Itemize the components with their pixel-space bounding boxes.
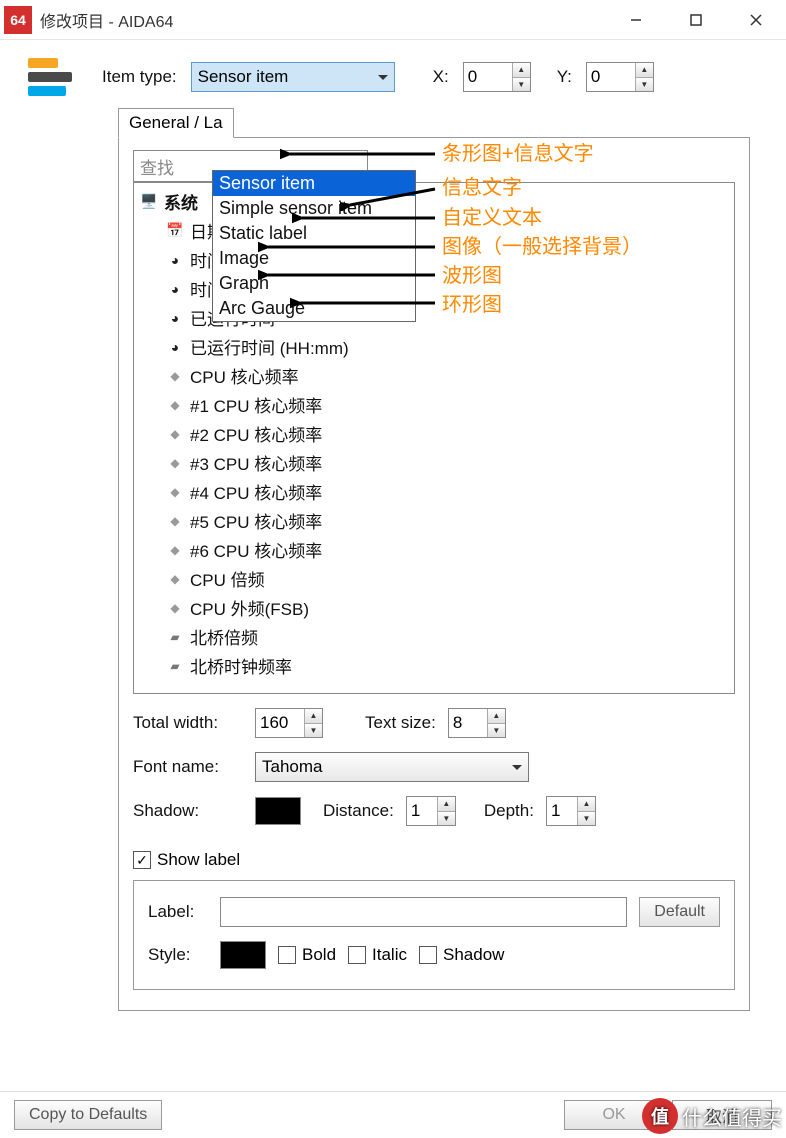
tab-general[interactable]: General / La xyxy=(118,108,234,138)
maximize-button[interactable] xyxy=(666,0,726,40)
shadow-checkbox[interactable]: Shadow xyxy=(419,945,504,965)
y-input[interactable]: ▲▼ xyxy=(586,62,654,92)
total-width-input[interactable]: ▲▼ xyxy=(255,708,323,738)
font-name-select[interactable]: Tahoma xyxy=(255,752,529,782)
tree-item[interactable]: CPU 外频(FSB) xyxy=(134,593,734,622)
tree-item[interactable]: #3 CPU 核心频率 xyxy=(134,448,734,477)
style-color[interactable] xyxy=(220,941,266,969)
label-label: Label: xyxy=(148,902,208,922)
tree-item[interactable]: #2 CPU 核心频率 xyxy=(134,419,734,448)
annotation: 条形图+信息文字 xyxy=(442,137,594,166)
total-width-label: Total width: xyxy=(133,713,243,733)
close-button[interactable] xyxy=(726,0,786,40)
annotation: 波形图 xyxy=(442,259,502,288)
font-name-label: Font name: xyxy=(133,757,243,777)
cpu-icon xyxy=(166,570,184,588)
titlebar: 64 修改项目 - AIDA64 xyxy=(0,0,786,40)
watermark: 值什么值得买 xyxy=(642,1098,782,1134)
topbar: Item type: Sensor item X: ▲▼ Y: ▲▼ xyxy=(18,58,768,96)
tree-item[interactable]: CPU 核心频率 xyxy=(134,361,734,390)
tree-item[interactable]: CPU 倍频 xyxy=(134,564,734,593)
distance-input[interactable]: ▲▼ xyxy=(406,796,456,826)
tree-item[interactable]: 已运行时间 (HH:mm) xyxy=(134,332,734,361)
cpu-icon xyxy=(166,396,184,414)
x-input[interactable]: ▲▼ xyxy=(463,62,531,92)
tree-item[interactable]: #6 CPU 核心频率 xyxy=(134,535,734,564)
annotation: 信息文字 xyxy=(442,171,522,200)
sensor-bars-icon xyxy=(28,58,76,96)
tree-item[interactable]: #5 CPU 核心频率 xyxy=(134,506,734,535)
annotation: 图像（一般选择背景） xyxy=(442,230,642,259)
monitor-icon: 🖥️ xyxy=(140,193,158,211)
italic-checkbox[interactable]: Italic xyxy=(348,945,407,965)
cpu-icon xyxy=(166,512,184,530)
cpu-icon xyxy=(166,483,184,501)
app-icon: 64 xyxy=(4,6,32,34)
depth-label: Depth: xyxy=(484,801,534,821)
bold-checkbox[interactable]: Bold xyxy=(278,945,336,965)
tree-item[interactable]: 北桥时钟频率 xyxy=(134,651,734,680)
clock-icon xyxy=(166,309,184,327)
depth-input[interactable]: ▲▼ xyxy=(546,796,596,826)
tree-item[interactable]: #4 CPU 核心频率 xyxy=(134,477,734,506)
item-type-label: Item type: xyxy=(102,67,177,87)
tree-item[interactable]: 北桥倍频 xyxy=(134,622,734,651)
text-size-label: Text size: xyxy=(365,713,436,733)
shadow-label: Shadow: xyxy=(133,801,243,821)
show-label-checkbox[interactable]: ✓Show label xyxy=(133,850,735,870)
cpu-icon xyxy=(166,541,184,559)
text-size-input[interactable]: ▲▼ xyxy=(448,708,506,738)
annotation: 环形图 xyxy=(442,288,502,317)
chip-icon xyxy=(166,628,184,646)
tree-item[interactable]: #1 CPU 核心频率 xyxy=(134,390,734,419)
minimize-button[interactable] xyxy=(606,0,666,40)
spin-up-icon[interactable]: ▲ xyxy=(513,63,530,78)
item-type-select[interactable]: Sensor item xyxy=(191,62,395,92)
distance-label: Distance: xyxy=(323,801,394,821)
cpu-icon xyxy=(166,454,184,472)
spin-up-icon[interactable]: ▲ xyxy=(636,63,653,78)
clock-icon xyxy=(166,251,184,269)
cpu-icon xyxy=(166,367,184,385)
chip-icon xyxy=(166,657,184,675)
label-group: Label: Default Style: Bold Italic Shadow xyxy=(133,880,735,990)
label-input[interactable] xyxy=(220,897,627,927)
spin-down-icon[interactable]: ▼ xyxy=(513,78,530,92)
cpu-icon xyxy=(166,599,184,617)
shadow-color[interactable] xyxy=(255,797,301,825)
spin-down-icon[interactable]: ▼ xyxy=(636,78,653,92)
default-button[interactable]: Default xyxy=(639,897,720,927)
annotation: 自定义文本 xyxy=(442,201,542,230)
window-title: 修改项目 - AIDA64 xyxy=(40,8,173,32)
copy-defaults-button[interactable]: Copy to Defaults xyxy=(14,1100,162,1130)
style-label: Style: xyxy=(148,945,208,965)
clock-icon xyxy=(166,280,184,298)
cpu-icon xyxy=(166,425,184,443)
clock-icon xyxy=(166,338,184,356)
cal-icon: 📅 xyxy=(166,222,184,240)
